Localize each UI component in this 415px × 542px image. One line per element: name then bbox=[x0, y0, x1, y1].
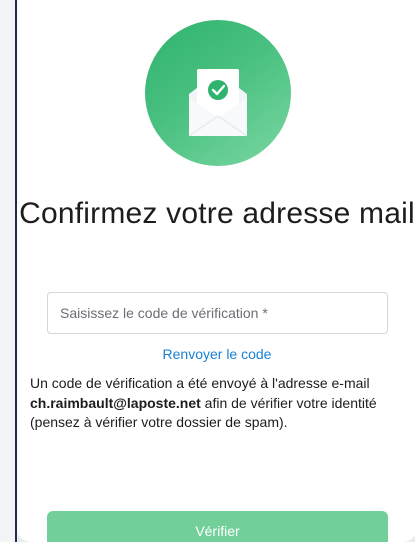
verification-screen: Confirmez votre adresse mail Renvoyer le… bbox=[0, 0, 415, 542]
message-text-before: Un code de vérification a été envoyé à l… bbox=[30, 375, 370, 391]
verification-card: Confirmez votre adresse mail Renvoyer le… bbox=[17, 0, 415, 542]
resend-code-link[interactable]: Renvoyer le code bbox=[17, 346, 415, 362]
verification-message: Un code de vérification a été envoyé à l… bbox=[30, 374, 414, 433]
page-title: Confirmez votre adresse mail bbox=[19, 197, 415, 230]
message-email: ch.raimbault@laposte.net bbox=[30, 394, 201, 411]
check-badge bbox=[208, 80, 228, 100]
verify-button[interactable]: Vérifier bbox=[47, 511, 388, 542]
open-envelope-check-icon bbox=[145, 20, 291, 166]
envelope-illustration bbox=[188, 69, 248, 137]
verification-code-input[interactable] bbox=[47, 292, 388, 334]
